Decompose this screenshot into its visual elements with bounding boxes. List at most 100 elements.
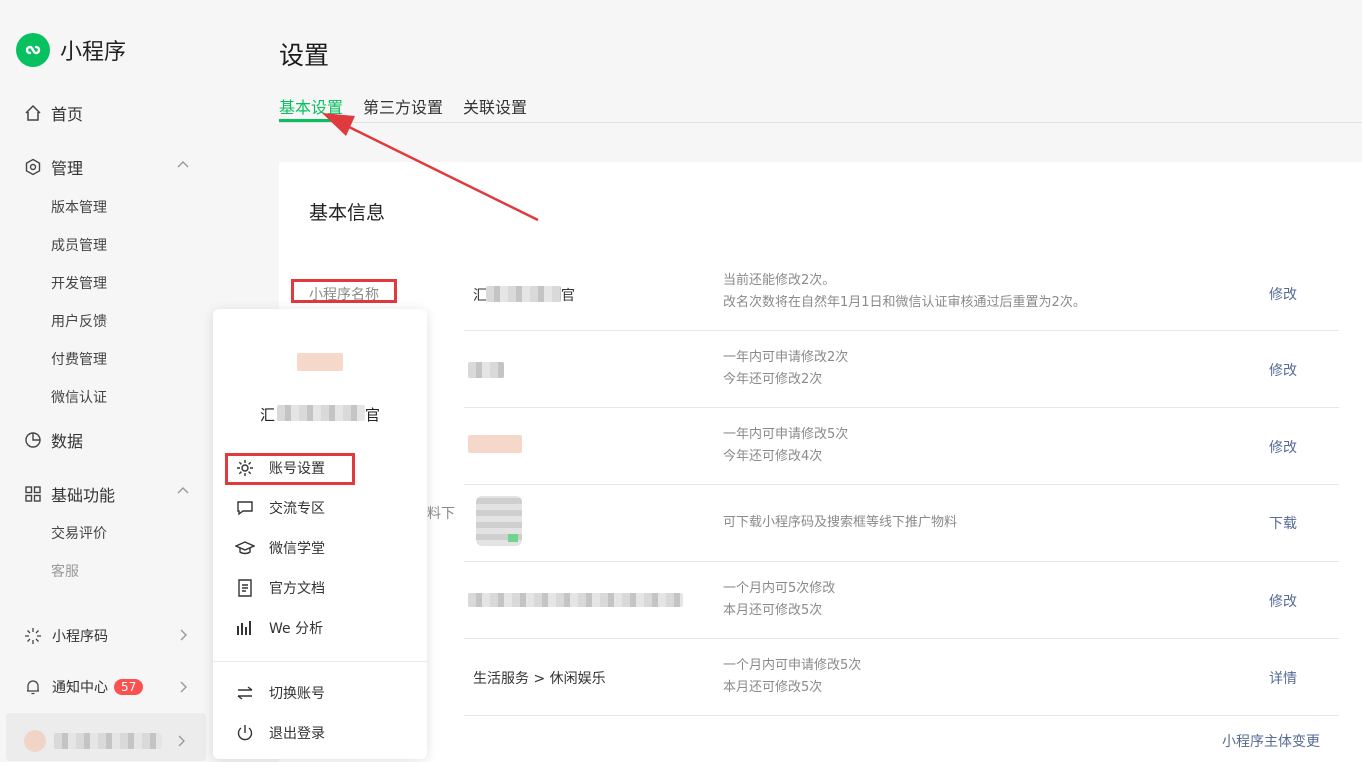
- app-logo[interactable]: 小程序: [16, 33, 126, 67]
- menu-switch-account-label: 切换账号: [269, 686, 325, 702]
- menu-wechat-academy-label: 微信学堂: [269, 541, 325, 557]
- tab-third-party-settings[interactable]: 第三方设置: [363, 94, 443, 118]
- row2-desc-line2: 今年还可修改2次: [723, 372, 823, 387]
- row3-desc-line2: 今年还可修改4次: [723, 449, 823, 464]
- chevron-up-icon[interactable]: [176, 158, 190, 172]
- name-desc-line2: 改名次数将在自然年1月1日和微信认证审核通过后重置为2次。: [723, 295, 1086, 310]
- qrcode-download-link[interactable]: 下载: [1269, 513, 1297, 533]
- row3-avatar-blurred: [468, 435, 522, 453]
- popup-name-prefix: 汇: [260, 406, 276, 424]
- row5-edit-link[interactable]: 修改: [1269, 591, 1297, 611]
- nav-notification-label: 通知中心: [52, 680, 108, 696]
- page-title: 设置: [279, 41, 330, 70]
- chevron-right-icon[interactable]: [176, 628, 190, 642]
- row3-edit-link[interactable]: 修改: [1269, 437, 1297, 457]
- nav-customer-service[interactable]: 客服: [51, 561, 79, 581]
- row5-desc-line2: 本月还可修改5次: [723, 603, 823, 618]
- row2-desc-line1: 一年内可申请修改2次: [723, 350, 849, 365]
- menu-community-label: 交流专区: [269, 501, 325, 517]
- nav-version-manage[interactable]: 版本管理: [51, 197, 107, 217]
- account-name-blurred: [54, 733, 162, 749]
- gear-icon: [237, 460, 253, 476]
- category-desc-line2: 本月还可修改5次: [723, 680, 823, 695]
- avatar: [24, 730, 46, 752]
- chevron-up-icon[interactable]: [176, 484, 190, 498]
- nav-member-manage[interactable]: 成员管理: [51, 235, 107, 255]
- chevron-right-icon: [178, 735, 185, 747]
- popup-name-suffix: 官: [365, 406, 381, 424]
- name-value-blurred: [486, 286, 561, 302]
- account-popup-menu: 汇 官 账号设置 交流专区 微信学堂 官方文档 We 分析 切换账号 退出登录: [213, 309, 427, 759]
- menu-divider: [213, 661, 427, 662]
- manage-icon: [25, 158, 41, 176]
- info-row-qrcode: 可下载小程序码及搜索框等线下推广物料 下载: [464, 484, 1339, 562]
- qrcode-accent: [508, 534, 518, 542]
- menu-account-settings[interactable]: 账号设置: [235, 458, 325, 478]
- menu-official-docs-label: 官方文档: [269, 581, 325, 597]
- qrcode-desc: 可下载小程序码及搜索框等线下推广物料: [723, 515, 958, 530]
- menu-we-analytics-label: We 分析: [269, 621, 324, 637]
- settings-tabs: 基本设置 第三方设置 关联设置: [279, 94, 1362, 123]
- menu-we-analytics[interactable]: We 分析: [235, 618, 323, 638]
- row5-value-blurred: [468, 593, 683, 607]
- nav-trade-review[interactable]: 交易评价: [51, 523, 107, 543]
- grid-icon: [25, 486, 41, 502]
- nav-notification-center[interactable]: 通知中心 57: [24, 677, 144, 697]
- row3-desc-line1: 一年内可申请修改5次: [723, 427, 849, 442]
- nav-home[interactable]: 首页: [24, 101, 83, 125]
- nav-wechat-verify[interactable]: 微信认证: [51, 387, 107, 407]
- category-value: 生活服务 > 休闲娱乐: [473, 671, 606, 687]
- menu-logout[interactable]: 退出登录: [235, 723, 325, 743]
- category-desc-line1: 一个月内可申请修改5次: [723, 658, 862, 673]
- bar-chart-icon: [237, 621, 251, 635]
- info-row-5: 一个月内可5次修改 本月还可修改5次 修改: [464, 561, 1339, 639]
- nav-payment-manage[interactable]: 付费管理: [51, 349, 107, 369]
- entity-change-link[interactable]: 小程序主体变更: [1222, 731, 1320, 751]
- menu-community[interactable]: 交流专区: [235, 498, 325, 518]
- swap-icon: [237, 686, 253, 700]
- info-row-category: 生活服务 > 休闲娱乐 一个月内可申请修改5次 本月还可修改5次 详情: [464, 638, 1339, 716]
- menu-account-settings-label: 账号设置: [269, 461, 325, 477]
- nav-data-label: 数据: [51, 432, 84, 451]
- info-row-2: 一年内可申请修改2次 今年还可修改2次 修改: [464, 330, 1339, 408]
- menu-logout-label: 退出登录: [269, 726, 325, 742]
- menu-official-docs[interactable]: 官方文档: [235, 578, 325, 598]
- nav-basic-features-label: 基础功能: [51, 486, 116, 505]
- popup-name-blurred: [277, 405, 365, 421]
- menu-wechat-academy[interactable]: 微信学堂: [235, 538, 325, 558]
- basic-info-card: 基本信息 小程序名称 汇 官 当前还能修改2次。 改名次数将在自然年1月1日和微…: [279, 162, 1362, 762]
- row4-label-tail: 料下: [427, 506, 455, 522]
- info-row-name: 汇 官 当前还能修改2次。 改名次数将在自然年1月1日和微信认证审核通过后重置为…: [464, 252, 1339, 331]
- tab-related-settings[interactable]: 关联设置: [463, 94, 527, 118]
- name-desc-line1: 当前还能修改2次。: [723, 273, 836, 288]
- notification-count-badge: 57: [114, 679, 144, 695]
- nav-basic-features[interactable]: 基础功能: [24, 482, 115, 506]
- nav-data[interactable]: 数据: [24, 428, 83, 452]
- category-detail-link[interactable]: 详情: [1269, 668, 1297, 688]
- tab-basic-settings[interactable]: 基本设置: [279, 94, 344, 122]
- menu-switch-account[interactable]: 切换账号: [235, 683, 325, 703]
- sidebar: 小程序 首页 管理 版本管理 成员管理 开发管理 用户反馈 付费管理 微信认证 …: [0, 0, 210, 761]
- row5-desc-line1: 一个月内可5次修改: [723, 581, 836, 596]
- document-icon: [238, 579, 252, 597]
- name-value-prefix: 汇: [473, 288, 487, 304]
- row2-value-blurred: [468, 362, 504, 378]
- sparkle-icon: [25, 628, 41, 644]
- bell-icon: [27, 680, 39, 695]
- row2-edit-link[interactable]: 修改: [1269, 360, 1297, 380]
- name-edit-link[interactable]: 修改: [1269, 284, 1297, 304]
- nav-manage[interactable]: 管理: [24, 155, 83, 179]
- power-icon: [237, 725, 253, 741]
- card-title: 基本信息: [309, 202, 386, 224]
- miniprogram-logo-icon: [16, 33, 50, 67]
- nav-dev-manage[interactable]: 开发管理: [51, 273, 107, 293]
- info-row-3: 一年内可申请修改5次 今年还可修改4次 修改: [464, 407, 1339, 485]
- nav-manage-label: 管理: [51, 159, 84, 178]
- annotation-box-name-label: [291, 279, 397, 303]
- chat-bubble-icon: [237, 501, 253, 516]
- chevron-right-icon[interactable]: [176, 680, 190, 694]
- app-name: 小程序: [60, 40, 127, 65]
- nav-miniprogram-code-label: 小程序码: [52, 629, 108, 645]
- nav-user-feedback[interactable]: 用户反馈: [51, 311, 107, 331]
- nav-miniprogram-code[interactable]: 小程序码: [24, 626, 108, 646]
